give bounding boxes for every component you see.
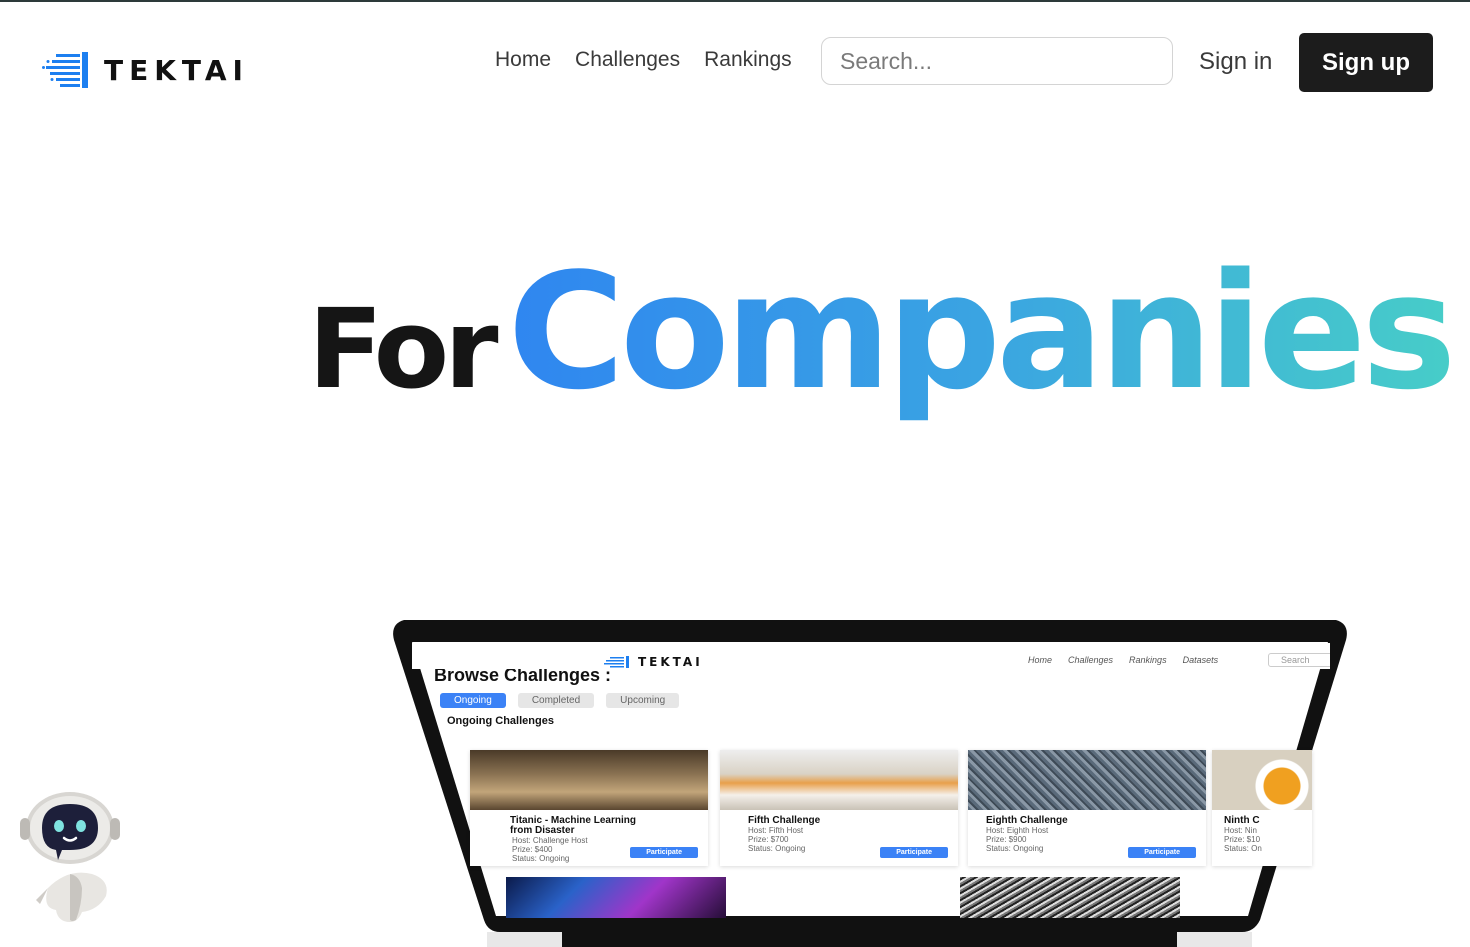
- tektai-logo-icon: [42, 52, 88, 88]
- hero-title: ForCompanies: [308, 252, 1457, 413]
- card-image-food: [720, 750, 958, 810]
- preview-card: Fifth Challenge Host: Fifth Host Prize: …: [720, 750, 958, 866]
- card-prize: Prize: $900: [986, 835, 1027, 844]
- card-image-city: [968, 750, 1206, 810]
- hero-word-for: For: [308, 285, 499, 413]
- chatbot-robot-icon[interactable]: [18, 788, 122, 928]
- preview-card-image-neon: [506, 877, 726, 918]
- card-title: Ninth C: [1224, 815, 1260, 826]
- preview-link-rankings: Rankings: [1129, 655, 1167, 665]
- preview-links: Home Challenges Rankings Datasets: [1028, 655, 1218, 665]
- sign-in-link[interactable]: Sign in: [1199, 48, 1272, 76]
- preview-tabs: Ongoing Completed Upcoming: [440, 693, 680, 708]
- card-image-soup: [1212, 750, 1312, 810]
- preview-tab-upcoming: Upcoming: [606, 693, 680, 708]
- preview-card: Titanic - Machine Learning from Disaster…: [470, 750, 708, 866]
- preview-card: Eighth Challenge Host: Eighth Host Prize…: [968, 750, 1206, 866]
- card-title: Fifth Challenge: [748, 815, 821, 826]
- participate-button: Participate: [880, 847, 948, 858]
- brand-logo[interactable]: TEKTAI: [42, 50, 249, 90]
- card-host: Host: Challenge Host: [512, 836, 588, 845]
- preview-subheading: Ongoing Challenges: [447, 715, 554, 727]
- card-title: Eighth Challenge: [986, 815, 1068, 826]
- nav-rankings[interactable]: Rankings: [704, 48, 792, 72]
- preview-logo-icon: [604, 656, 629, 668]
- robot-illustration: [20, 792, 120, 922]
- card-status: Status: On: [1224, 844, 1262, 853]
- preview-link-datasets: Datasets: [1182, 655, 1219, 665]
- card-prize: Prize: $700: [748, 835, 789, 844]
- preview-link-challenges: Challenges: [1068, 655, 1114, 665]
- preview-tab-completed: Completed: [517, 693, 595, 708]
- sign-up-button[interactable]: Sign up: [1299, 33, 1433, 92]
- participate-button: Participate: [1128, 847, 1196, 858]
- preview-nav: TEKTAI Home Challenges Rankings Datasets…: [412, 643, 1330, 669]
- preview-brand: TEKTAI: [638, 655, 703, 669]
- preview-link-home: Home: [1028, 655, 1053, 665]
- main-nav: Home Challenges Rankings: [495, 48, 792, 72]
- preview-tab-ongoing: Ongoing: [440, 693, 506, 708]
- card-title: Titanic - Machine Learning from Disaster: [510, 815, 636, 836]
- nav-home[interactable]: Home: [495, 48, 551, 72]
- preview-card: Ninth C Host: Nin Prize: $10 Status: On: [1212, 750, 1312, 866]
- participate-button: Participate: [630, 847, 698, 858]
- card-host: Host: Eighth Host: [986, 826, 1049, 835]
- card-image-books: [470, 750, 708, 810]
- card-host: Host: Fifth Host: [748, 826, 804, 835]
- card-host: Host: Nin: [1224, 826, 1257, 835]
- preview-search: Search: [1268, 653, 1330, 667]
- card-prize: Prize: $10: [1224, 835, 1261, 844]
- preview-logo: TEKTAI: [602, 655, 703, 669]
- brand-name: TEKTAI: [104, 53, 249, 87]
- nav-challenges[interactable]: Challenges: [575, 48, 680, 72]
- search-input[interactable]: [821, 37, 1173, 85]
- preview-card-image-bw: [960, 877, 1180, 918]
- hero-word-companies: Companies: [507, 238, 1457, 425]
- laptop-screen: Browse Challenges : TEKTAI Home Challeng…: [412, 643, 1330, 918]
